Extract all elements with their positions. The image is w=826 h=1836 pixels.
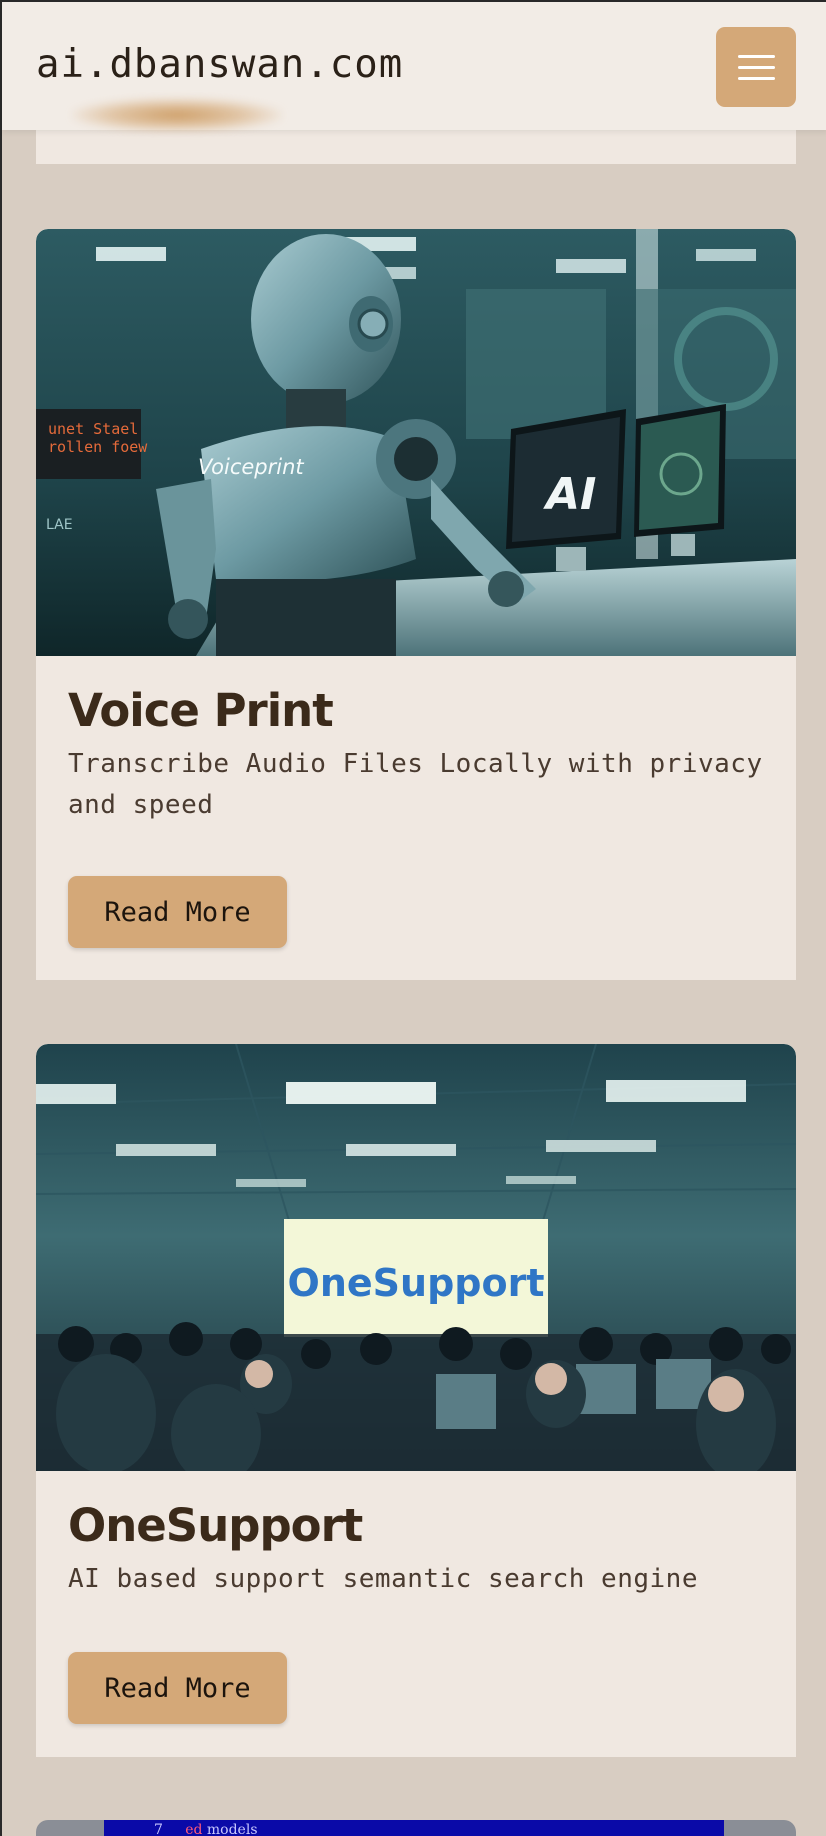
hamburger-menu-icon [737, 54, 775, 58]
svg-text:AI: AI [543, 469, 596, 520]
card-title: OneSupport [68, 1499, 363, 1552]
svg-text:Voiceprint: Voiceprint [198, 455, 304, 479]
blurred-element-under-brand [72, 98, 282, 132]
project-card-voice-print: unet Stael rollen foew LAE AI Voiceprint… [36, 229, 796, 980]
svg-text:LAE: LAE [46, 517, 73, 533]
code-screenshot: 7 ed models [104, 1820, 724, 1836]
menu-button[interactable] [716, 27, 796, 107]
project-card-onesupport: OneSupport OneSupport AI based support s… [36, 1044, 796, 1757]
read-more-button[interactable]: Read More [68, 876, 287, 948]
svg-text:rollen foew: rollen foew [48, 438, 148, 456]
svg-text:OneSupport: OneSupport [288, 1261, 545, 1305]
onesupport-image: OneSupport [36, 1044, 796, 1471]
svg-text:unet Stael: unet Stael [48, 420, 138, 438]
next-card-peek: 7 ed models [36, 1820, 796, 1836]
robot-at-desk-illustration: unet Stael rollen foew LAE AI Voiceprint [36, 229, 796, 656]
read-more-button[interactable]: Read More [68, 1652, 287, 1724]
call-center-illustration: OneSupport [36, 1044, 796, 1471]
site-brand[interactable]: ai.dbanswan.com [36, 42, 403, 87]
card-description: AI based support semantic search engine [68, 1564, 698, 1594]
card-description: Transcribe Audio Files Locally with priv… [68, 749, 763, 820]
card-title: Voice Print [68, 684, 334, 737]
voice-print-image: unet Stael rollen foew LAE AI Voiceprint [36, 229, 796, 656]
top-navbar: ai.dbanswan.com [2, 2, 826, 132]
